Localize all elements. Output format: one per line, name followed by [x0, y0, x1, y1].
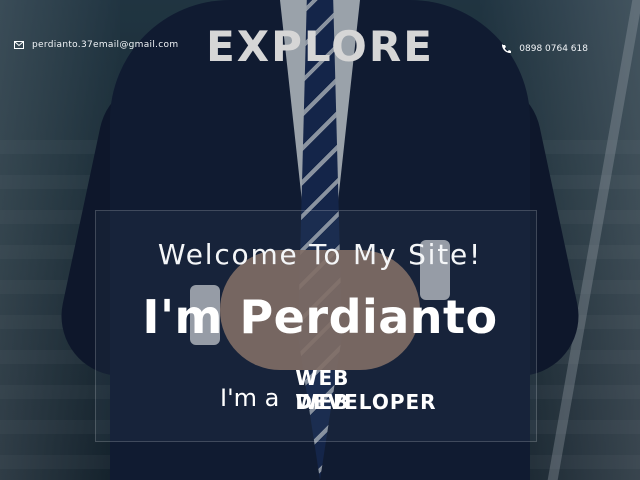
phone-icon — [501, 44, 512, 54]
hero-section: perdianto.37email@gmail.com EXPLORE 0898… — [0, 0, 640, 480]
role-rotator: I'm a WEB DEVELOPER WEB PROGRAMER — [220, 366, 455, 414]
role-prefix: I'm a — [220, 384, 280, 412]
phone-text: 0898 0764 618 — [519, 44, 588, 54]
welcome-heading: Welcome To My Site! — [157, 238, 483, 271]
phone-link[interactable]: 0898 0764 618 — [501, 44, 588, 54]
top-bar: perdianto.37email@gmail.com EXPLORE 0898… — [0, 0, 640, 90]
name-heading: I'm Perdianto — [142, 290, 498, 344]
role-list: WEB DEVELOPER WEB PROGRAMER — [295, 366, 455, 414]
role-item: WEB DEVELOPER — [295, 366, 437, 414]
